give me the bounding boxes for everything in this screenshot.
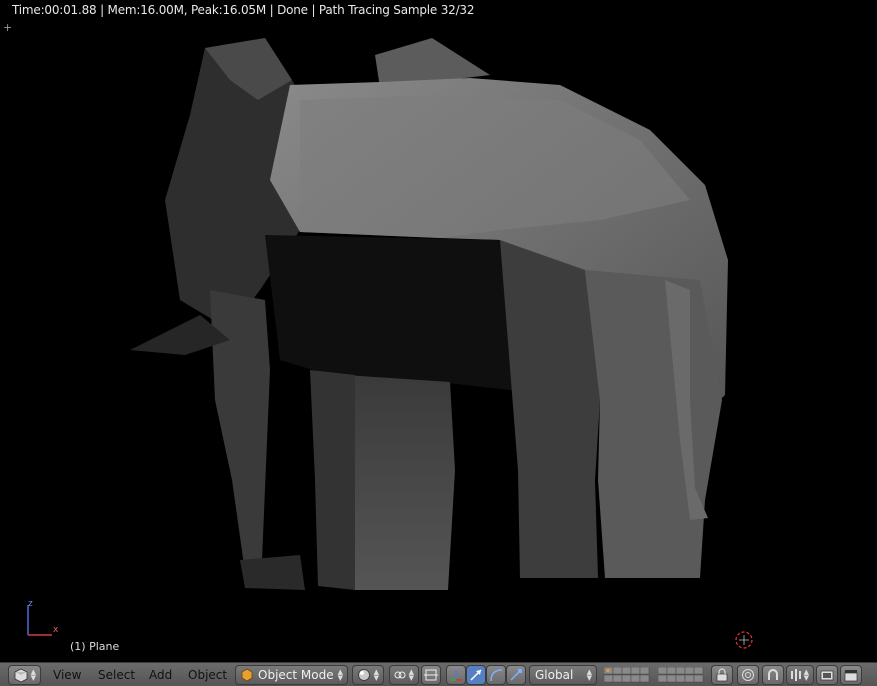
layers-icon-2[interactable]: [658, 667, 704, 683]
rotate-manipulator-button[interactable]: [486, 665, 506, 685]
axis-x-label: x: [53, 625, 59, 635]
lock-icon: [716, 668, 728, 682]
pivot-dropdown[interactable]: ▲ ▼: [389, 665, 419, 685]
3d-view-header: ▲ ▼ View Select Add Object Object Mode ▲ ▼…: [0, 662, 877, 686]
object-mode-icon: [241, 668, 253, 682]
elephant-render: [130, 38, 728, 590]
translate-icon: [450, 670, 462, 681]
scale-icon: [510, 669, 522, 681]
mode-dropdown[interactable]: Object Mode ▲ ▼: [235, 665, 348, 685]
snap-element-dropdown[interactable]: ▲ ▼: [786, 665, 814, 685]
render-icon: [820, 670, 834, 681]
clapper-icon: [844, 670, 858, 682]
layers-icon[interactable]: [604, 667, 650, 683]
snap-element-icon: [791, 669, 801, 681]
snap-magnet-icon: [768, 669, 778, 680]
opengl-render-animation-button[interactable]: [840, 665, 862, 685]
editor-type-icon: [14, 668, 28, 683]
view-menu[interactable]: View: [53, 668, 81, 682]
area-split-corner[interactable]: +: [3, 22, 12, 33]
opengl-render-button[interactable]: [816, 665, 838, 685]
render-status-text: Time:00:01.88 | Mem:16.00M, Peak:16.05M …: [12, 3, 475, 17]
translate-manipulator-button[interactable]: [446, 665, 466, 685]
viewport-shading-dropdown[interactable]: ▲ ▼: [352, 665, 384, 685]
move-manipulator-button[interactable]: [466, 665, 486, 685]
add-menu[interactable]: Add: [149, 668, 172, 682]
snap-toggle-button[interactable]: [762, 665, 784, 685]
editor-type-button[interactable]: ▲ ▼: [8, 665, 41, 685]
transform-widget-icon: [424, 669, 438, 681]
active-object-label: (1) Plane: [70, 640, 120, 653]
mode-label: Object Mode: [258, 668, 334, 682]
rotate-icon: [490, 669, 503, 682]
lock-layers-button[interactable]: [711, 665, 733, 685]
axis-gizmo: z x: [27, 599, 59, 636]
translate-arrow-icon: [470, 669, 482, 681]
orientation-label: Global: [535, 668, 574, 682]
scale-manipulator-button[interactable]: [506, 665, 526, 685]
proportional-icon: [742, 669, 754, 681]
3d-cursor-icon[interactable]: [733, 629, 755, 651]
object-menu[interactable]: Object: [188, 668, 227, 682]
transform-widget-toggle[interactable]: [421, 665, 441, 685]
select-menu[interactable]: Select: [98, 668, 135, 682]
proportional-editing-button[interactable]: [737, 665, 759, 685]
pivot-icon: [394, 671, 406, 679]
shading-sphere-icon: [358, 669, 370, 681]
3d-viewport[interactable]: Time:00:01.88 | Mem:16.00M, Peak:16.05M …: [0, 0, 877, 662]
axis-z-label: z: [28, 599, 33, 609]
transform-orientation-dropdown[interactable]: Global ▲ ▼: [529, 665, 597, 685]
